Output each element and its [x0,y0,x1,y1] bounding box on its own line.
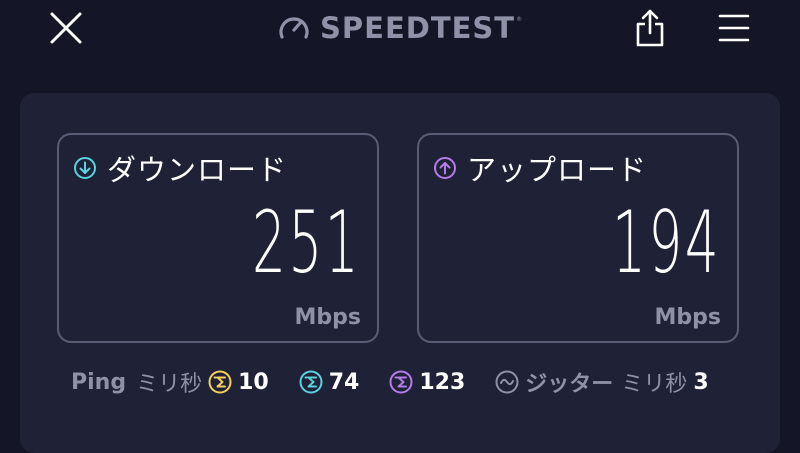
ping-unit: ミリ秒 [136,372,203,397]
registered-mark: ® [516,16,523,23]
ping-idle-value: 10 [238,369,269,395]
menu-button[interactable] [716,10,752,46]
jitter-wave-icon [495,370,519,394]
ping-idle-metric[interactable]: 10 [208,370,269,395]
ping-upload-value: 123 [419,369,466,395]
upload-speed-value: 194 [611,193,721,293]
results-panel: ダウンロード 251 Mbps アップロード 194 Mbps Ping ミリ秒… [20,93,780,453]
jitter-unit: ミリ秒 [621,372,688,397]
jitter-metric[interactable]: ジッター ミリ秒 3 [495,366,709,398]
ping-idle-icon [208,370,232,394]
brand-name: SPEEDTEST [320,11,516,45]
download-speed-value: 251 [251,193,361,293]
upload-label: アップロード [467,153,648,187]
ping-upload-icon [389,370,413,394]
share-icon [636,9,664,47]
upload-speed-unit: Mbps [654,305,721,330]
share-button[interactable] [632,6,668,50]
ping-download-icon [299,370,323,394]
download-result-card[interactable]: ダウンロード 251 Mbps [57,133,379,343]
ping-upload-metric[interactable]: 123 [389,370,465,395]
close-button[interactable] [46,8,86,48]
ping-label: Ping [71,369,127,395]
speedtest-logo: SPEEDTEST ® [277,10,522,46]
upload-arrow-icon [434,157,456,179]
upload-result-card[interactable]: アップロード 194 Mbps [417,133,739,343]
speedometer-icon [279,17,309,39]
ping-download-metric[interactable]: 74 [299,369,360,395]
download-card-header: ダウンロード [73,147,287,189]
close-icon [50,12,82,44]
upload-card-header: アップロード [433,147,647,189]
download-arrow-icon [74,157,96,179]
download-speed-unit: Mbps [294,305,361,330]
download-label: ダウンロード [107,153,288,187]
ping-stats-row: Ping ミリ秒 10 74 123 ジッター ミリ秒 3 [71,362,709,402]
hamburger-menu-icon [718,14,750,42]
top-bar: SPEEDTEST ® [0,0,800,60]
jitter-value: 3 [693,369,709,395]
ping-download-value: 74 [328,369,360,395]
jitter-label: ジッター [525,372,614,397]
